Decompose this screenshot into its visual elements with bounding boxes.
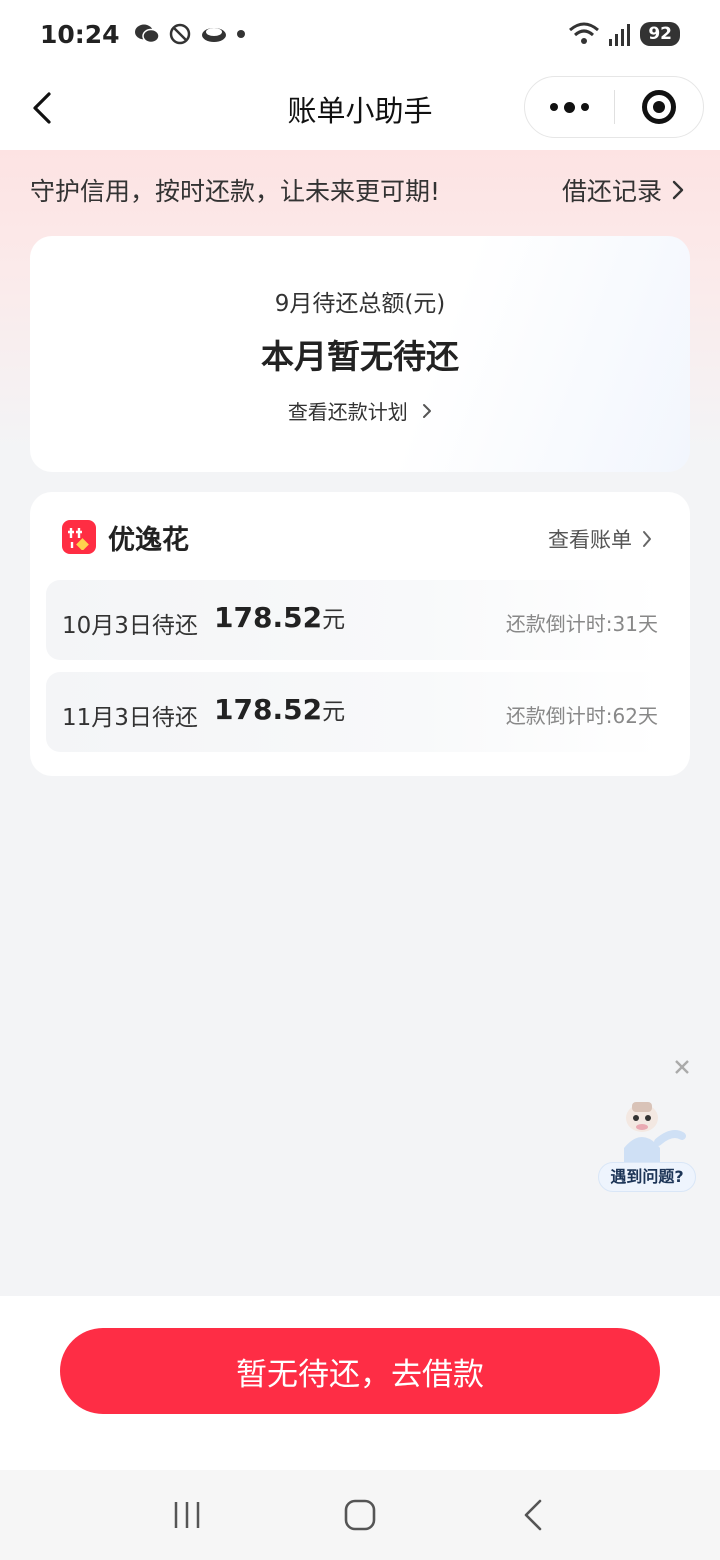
bill-due-date: 10月3日待还: [62, 613, 198, 639]
home-icon: [344, 1499, 376, 1531]
notification-icons: [134, 22, 246, 46]
summary-value: 本月暂无待还: [261, 337, 459, 376]
bill-amount-unit: 元: [322, 699, 346, 725]
help-label: 遇到问题?: [598, 1162, 696, 1192]
mini-program-capsule: [524, 76, 704, 138]
summary-card: 9月待还总额(元) 本月暂无待还 查看还款计划: [30, 236, 690, 472]
bill-amount-value: 178.52: [214, 601, 323, 634]
borrow-button[interactable]: 暂无待还，去借款: [60, 1328, 660, 1414]
records-link[interactable]: 借还记录: [562, 172, 684, 208]
back-button[interactable]: [22, 80, 62, 136]
help-assistant-button[interactable]: 遇到问题?: [598, 1096, 696, 1198]
product-name: 优逸花: [108, 525, 189, 556]
mascot-icon: [624, 1102, 686, 1166]
more-button[interactable]: [525, 76, 614, 138]
app-icon: [201, 28, 226, 42]
status-bar: 10:24 92: [0, 0, 720, 68]
bill-amount: 178.52元: [214, 600, 345, 634]
bill-due-date: 11月3日待还: [62, 705, 198, 731]
bill-row[interactable]: 10月3日待还 178.52元 还款倒计时:31天: [46, 580, 662, 660]
page-title: 账单小助手: [287, 94, 433, 128]
wechat-icon: [134, 24, 160, 44]
bill-countdown: 还款倒计时:62天: [505, 704, 658, 728]
repayment-plan-label: 查看还款计划: [287, 400, 408, 424]
recent-apps-button[interactable]: [157, 1485, 217, 1545]
signal-icon: [609, 24, 631, 46]
recent-apps-icon: [174, 1502, 199, 1528]
bill-row[interactable]: 11月3日待还 178.52元 还款倒计时:62天: [46, 672, 662, 752]
close-mini-program-button[interactable]: [615, 76, 704, 138]
view-bill-link[interactable]: 查看账单: [548, 524, 652, 554]
target-icon: [641, 90, 676, 124]
chevron-right-icon: [672, 180, 684, 200]
bottom-action-area: 暂无待还，去借款: [0, 1296, 720, 1470]
nav-bar: 账单小助手: [0, 68, 720, 150]
system-nav-bar: [0, 1470, 720, 1560]
block-icon: [169, 23, 190, 45]
bill-amount: 178.52元: [214, 692, 345, 726]
slogan-text: 守护信用，按时还款，让未来更可期!: [30, 177, 441, 206]
battery-indicator: 92: [640, 22, 680, 46]
close-icon: [675, 1060, 689, 1074]
dot-icon: [236, 30, 245, 38]
chevron-right-icon: [643, 531, 651, 547]
status-time: 10:24: [40, 19, 120, 49]
chevron-right-icon: [422, 400, 432, 424]
helper-close-button[interactable]: [670, 1056, 694, 1080]
repayment-plan-link[interactable]: 查看还款计划: [30, 396, 690, 425]
product-logo-icon: [62, 520, 96, 554]
view-bill-label: 查看账单: [548, 528, 632, 552]
home-button[interactable]: [330, 1485, 390, 1545]
back-icon: [525, 1499, 542, 1531]
bill-amount-value: 178.52: [214, 693, 323, 726]
status-right: 92: [568, 21, 680, 47]
system-back-button[interactable]: [503, 1485, 563, 1545]
bill-card: 优逸花 查看账单 10月3日待还 178.52元 还款倒计时:31天 11月3日…: [30, 492, 690, 776]
bill-amount-unit: 元: [322, 607, 346, 633]
records-link-label: 借还记录: [561, 177, 662, 206]
chevron-left-icon: [33, 92, 51, 124]
summary-label: 9月待还总额(元): [274, 291, 446, 317]
wifi-icon: [569, 22, 600, 44]
bill-countdown: 还款倒计时:31天: [505, 612, 658, 636]
more-icon: [549, 101, 589, 113]
